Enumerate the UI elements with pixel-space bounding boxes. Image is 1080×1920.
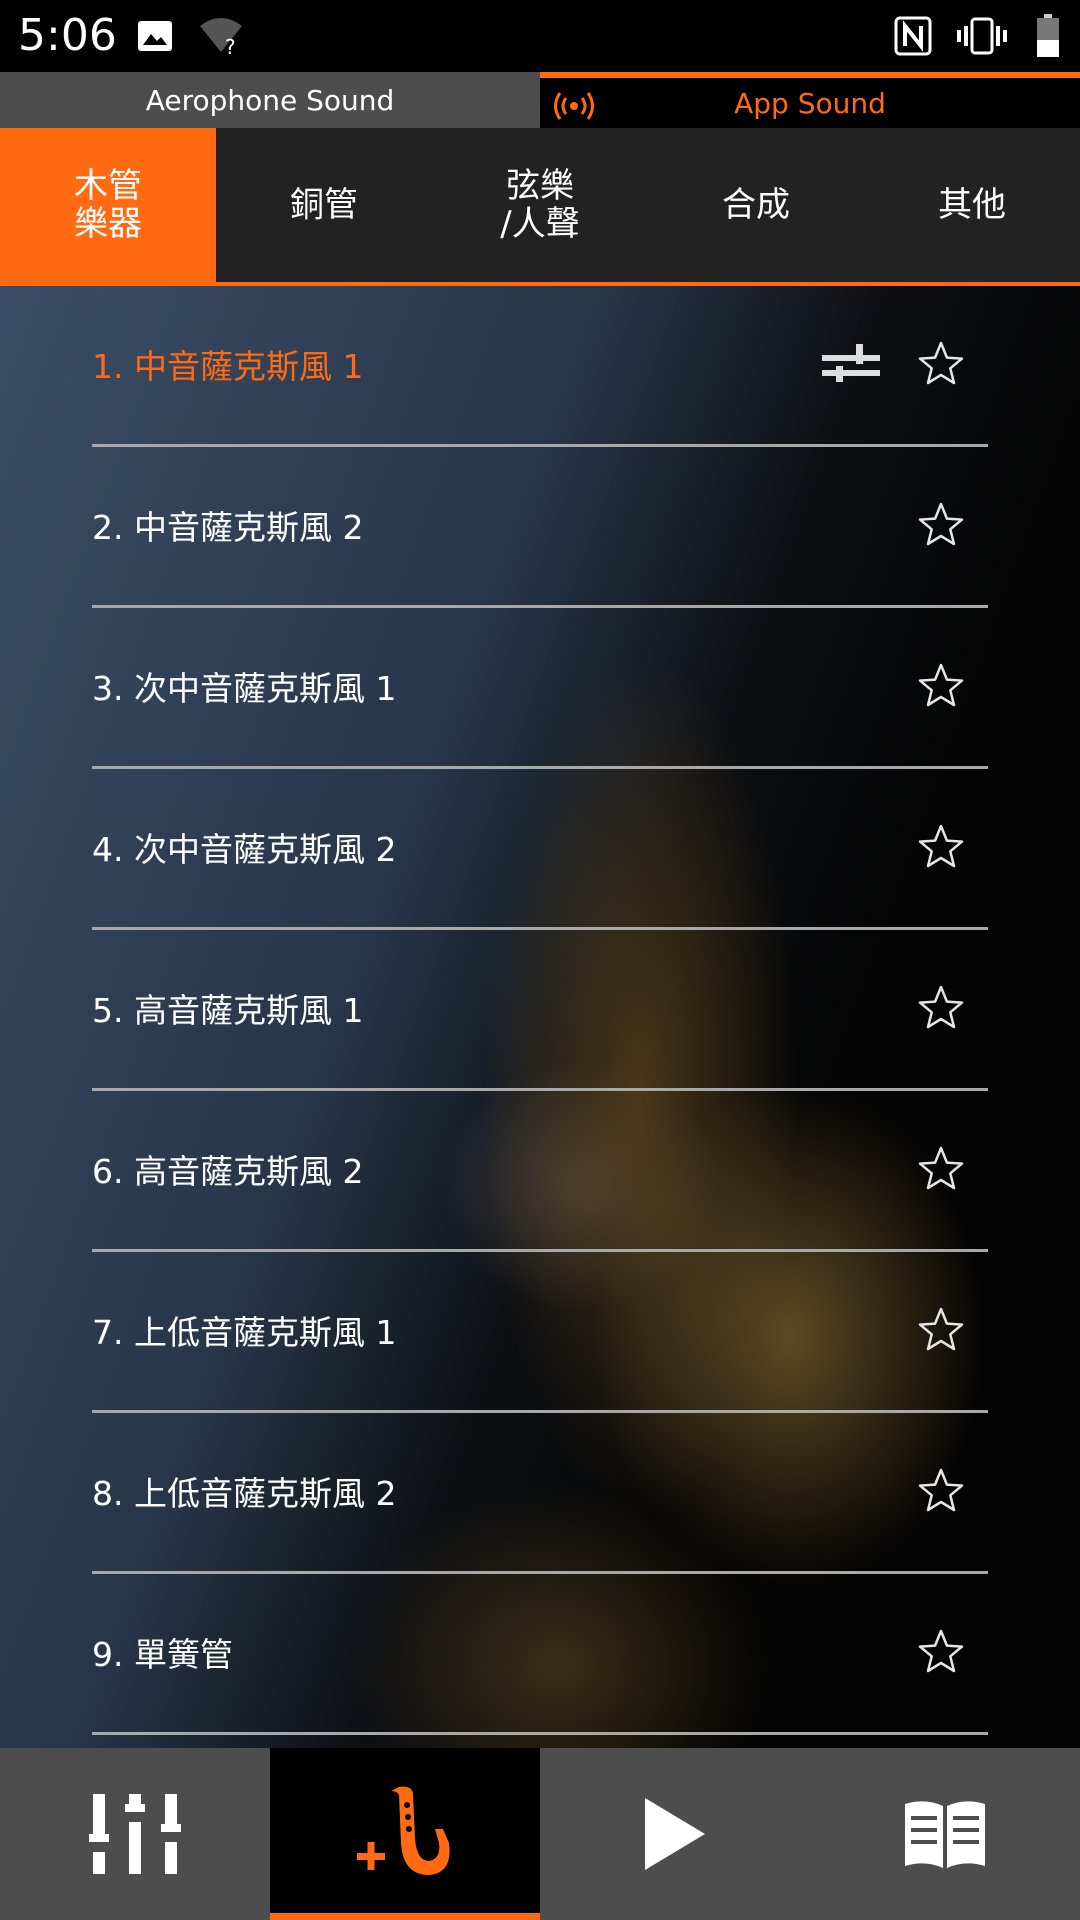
aerophone-sound-label: Aerophone Sound (145, 83, 395, 117)
favorite-star-icon[interactable] (918, 340, 964, 386)
status-bar: 5:06 ? (0, 0, 1080, 72)
edit-settings-icon[interactable] (822, 342, 880, 382)
list-item-label: 1. 中音薩克斯風 1 (92, 347, 364, 386)
nav-play-button[interactable] (540, 1748, 810, 1920)
list-item-label: 6. 高音薩克斯風 2 (92, 1152, 364, 1191)
nav-manual-button[interactable] (810, 1748, 1080, 1920)
sound-list[interactable]: 1. 中音薩克斯風 1 2. 中音薩克斯風 2 3. 次中音薩克斯風 1 4. … (0, 286, 1080, 1748)
favorite-star-icon[interactable] (918, 1145, 964, 1191)
saxophone-add-icon (357, 1786, 450, 1875)
favorite-star-icon[interactable] (918, 1467, 964, 1513)
favorite-star-icon[interactable] (918, 1306, 964, 1352)
list-item-label: 3. 次中音薩克斯風 1 (92, 669, 397, 708)
wifi-unknown-icon: ? (200, 18, 242, 56)
bottom-nav (0, 1748, 1080, 1920)
nav-mixer-button[interactable] (0, 1748, 270, 1920)
category-tabs: 木管 樂器 銅管 弦樂 ∕人聲 合成 其他 (0, 128, 1080, 286)
list-item[interactable]: 5. 高音薩克斯風 1 (92, 930, 988, 1091)
aerophone-sound-tab[interactable]: Aerophone Sound (0, 72, 540, 128)
tab-woodwind[interactable]: 木管 樂器 (0, 128, 216, 282)
vibrate-icon (957, 17, 1007, 55)
list-item[interactable]: 1. 中音薩克斯風 1 (92, 286, 988, 447)
mixer-sliders-icon (89, 1794, 181, 1874)
list-item-label: 8. 上低音薩克斯風 2 (92, 1474, 397, 1513)
list-item[interactable]: 3. 次中音薩克斯風 1 (92, 608, 988, 769)
list-item[interactable]: 7. 上低音薩克斯風 1 (92, 1252, 988, 1413)
image-icon (138, 21, 172, 51)
list-item-label: 4. 次中音薩克斯風 2 (92, 830, 397, 869)
nfc-icon (894, 16, 932, 56)
list-item[interactable]: 9. 單簧管 (92, 1574, 988, 1735)
status-time: 5:06 (18, 10, 117, 61)
nav-sound-select-button[interactable] (270, 1748, 540, 1920)
tab-other[interactable]: 其他 (864, 128, 1080, 282)
favorite-star-icon[interactable] (918, 662, 964, 708)
list-item[interactable]: 2. 中音薩克斯風 2 (92, 447, 988, 608)
battery-icon (1037, 14, 1059, 57)
favorite-star-icon[interactable] (918, 501, 964, 547)
list-item-label: 5. 高音薩克斯風 1 (92, 991, 364, 1030)
favorite-star-icon[interactable] (918, 823, 964, 869)
tab-strings-vocal[interactable]: 弦樂 ∕人聲 (432, 128, 648, 282)
app-sound-label: App Sound (734, 86, 886, 120)
list-item[interactable]: 4. 次中音薩克斯風 2 (92, 769, 988, 930)
wifi-unknown-mark: ? (225, 35, 236, 56)
tab-brass[interactable]: 銅管 (216, 128, 432, 282)
tab-synth[interactable]: 合成 (648, 128, 864, 282)
list-item-label: 2. 中音薩克斯風 2 (92, 508, 364, 547)
list-item-label: 9. 單簧管 (92, 1635, 233, 1674)
broadcast-icon (554, 92, 594, 120)
favorite-star-icon[interactable] (918, 1628, 964, 1674)
list-item[interactable]: 8. 上低音薩克斯風 2 (92, 1413, 988, 1574)
favorite-star-icon[interactable] (918, 984, 964, 1030)
list-item[interactable]: 6. 高音薩克斯風 2 (92, 1091, 988, 1252)
app-sound-tab[interactable]: App Sound (540, 72, 1080, 128)
list-item-label: 7. 上低音薩克斯風 1 (92, 1313, 397, 1352)
book-icon (905, 1801, 985, 1868)
sound-source-bar: Aerophone Sound App Sound (0, 72, 1080, 128)
play-icon (645, 1798, 705, 1870)
